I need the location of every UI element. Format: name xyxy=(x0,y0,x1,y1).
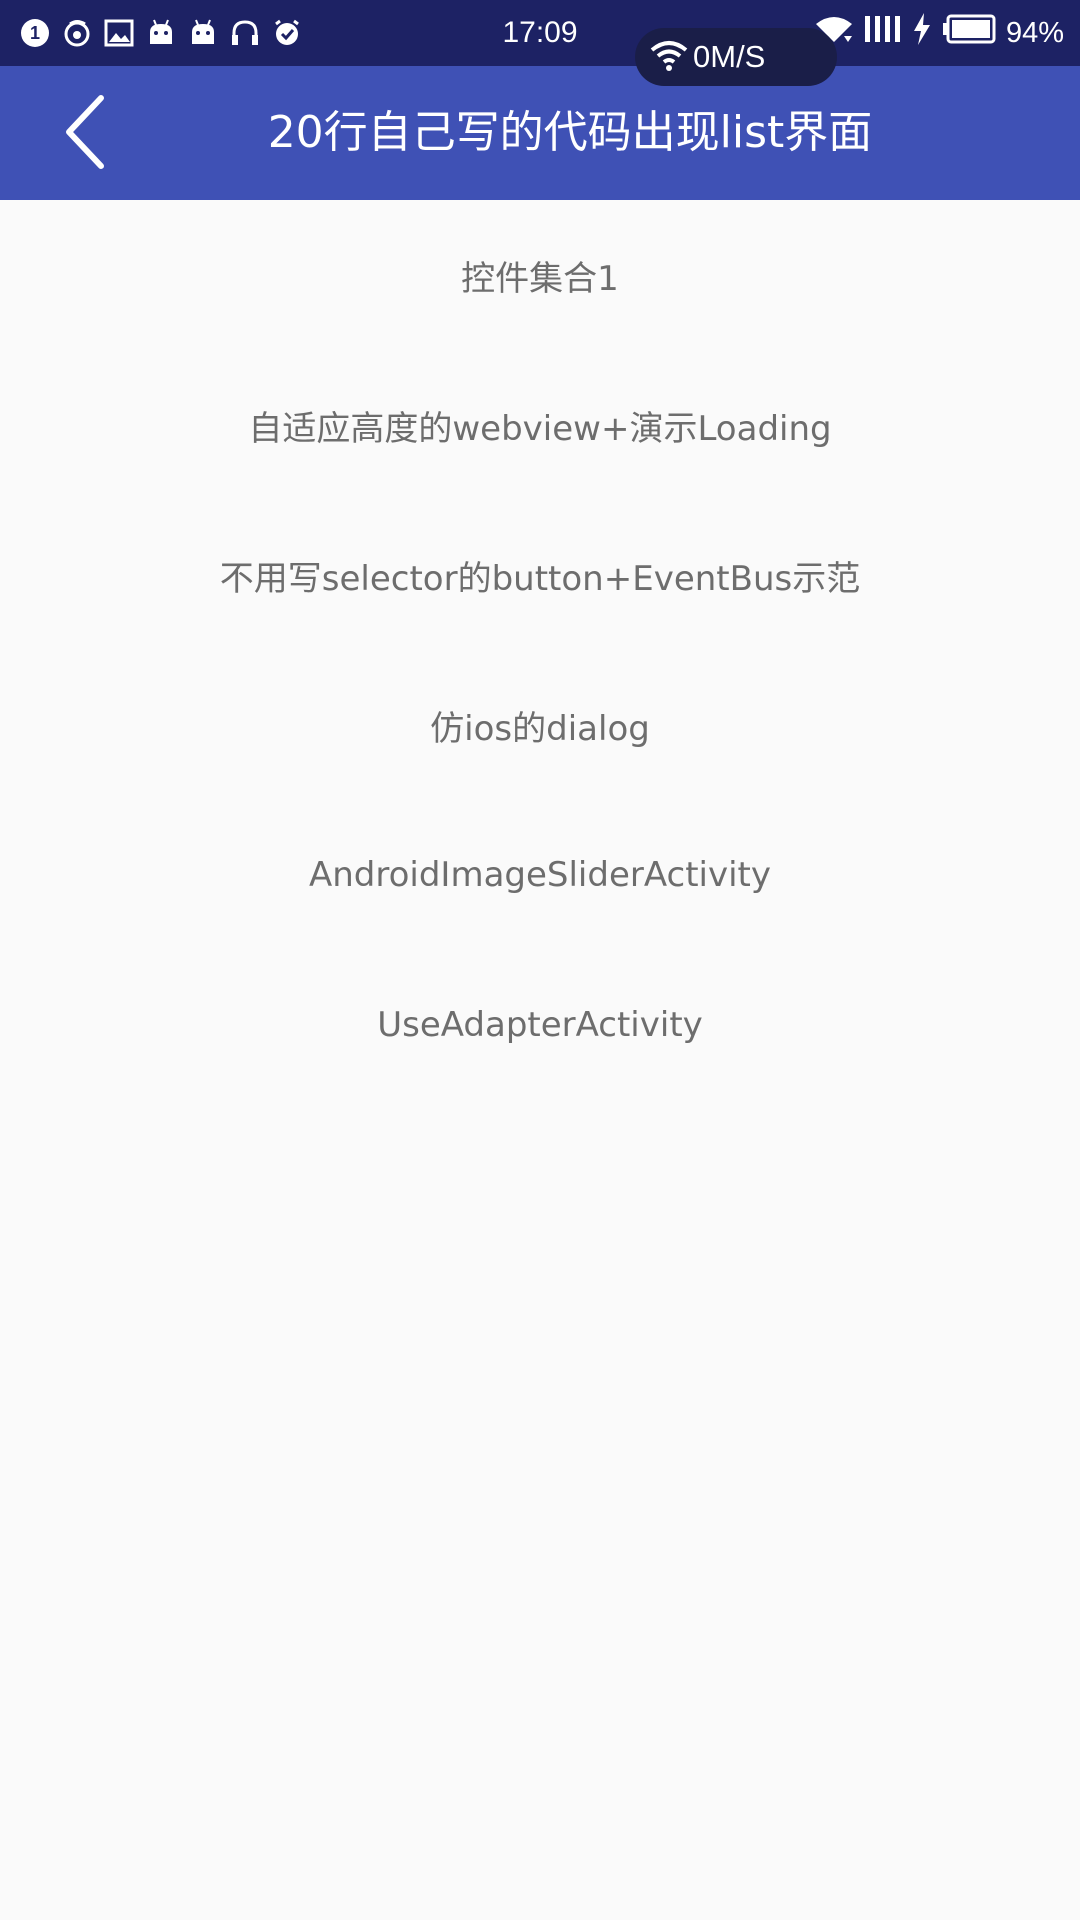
list-item[interactable]: 自适应高度的webview+演示Loading xyxy=(0,350,1080,500)
list-item[interactable]: UseAdapterActivity xyxy=(0,950,1080,1100)
toolbar: 20行自己写的代码出现list界面 xyxy=(0,66,1080,200)
battery-icon xyxy=(942,14,996,52)
charging-icon xyxy=(912,13,932,53)
battery-percent: 94% xyxy=(1005,16,1064,49)
network-speed-pill: 0M/S xyxy=(635,28,837,86)
system-indicators: 94% xyxy=(814,13,1064,53)
signal-icon xyxy=(864,14,902,52)
list-item[interactable]: 不用写selector的button+EventBus示范 xyxy=(0,500,1080,650)
chevron-left-icon xyxy=(66,95,104,169)
page-title: 20行自己写的代码出现list界面 xyxy=(267,107,873,158)
list-item[interactable]: AndroidImageSliderActivity xyxy=(0,800,1080,950)
status-bar: 1 17:09 94% xyxy=(0,0,1080,66)
back-button[interactable] xyxy=(40,86,132,178)
wifi-icon xyxy=(649,38,689,76)
list-item[interactable]: 仿ios的dialog xyxy=(0,650,1080,800)
network-speed: 0M/S xyxy=(693,39,766,74)
list-item[interactable]: 控件集合1 xyxy=(0,200,1080,350)
demo-list: 控件集合1 自适应高度的webview+演示Loading 不用写selecto… xyxy=(0,200,1080,1100)
